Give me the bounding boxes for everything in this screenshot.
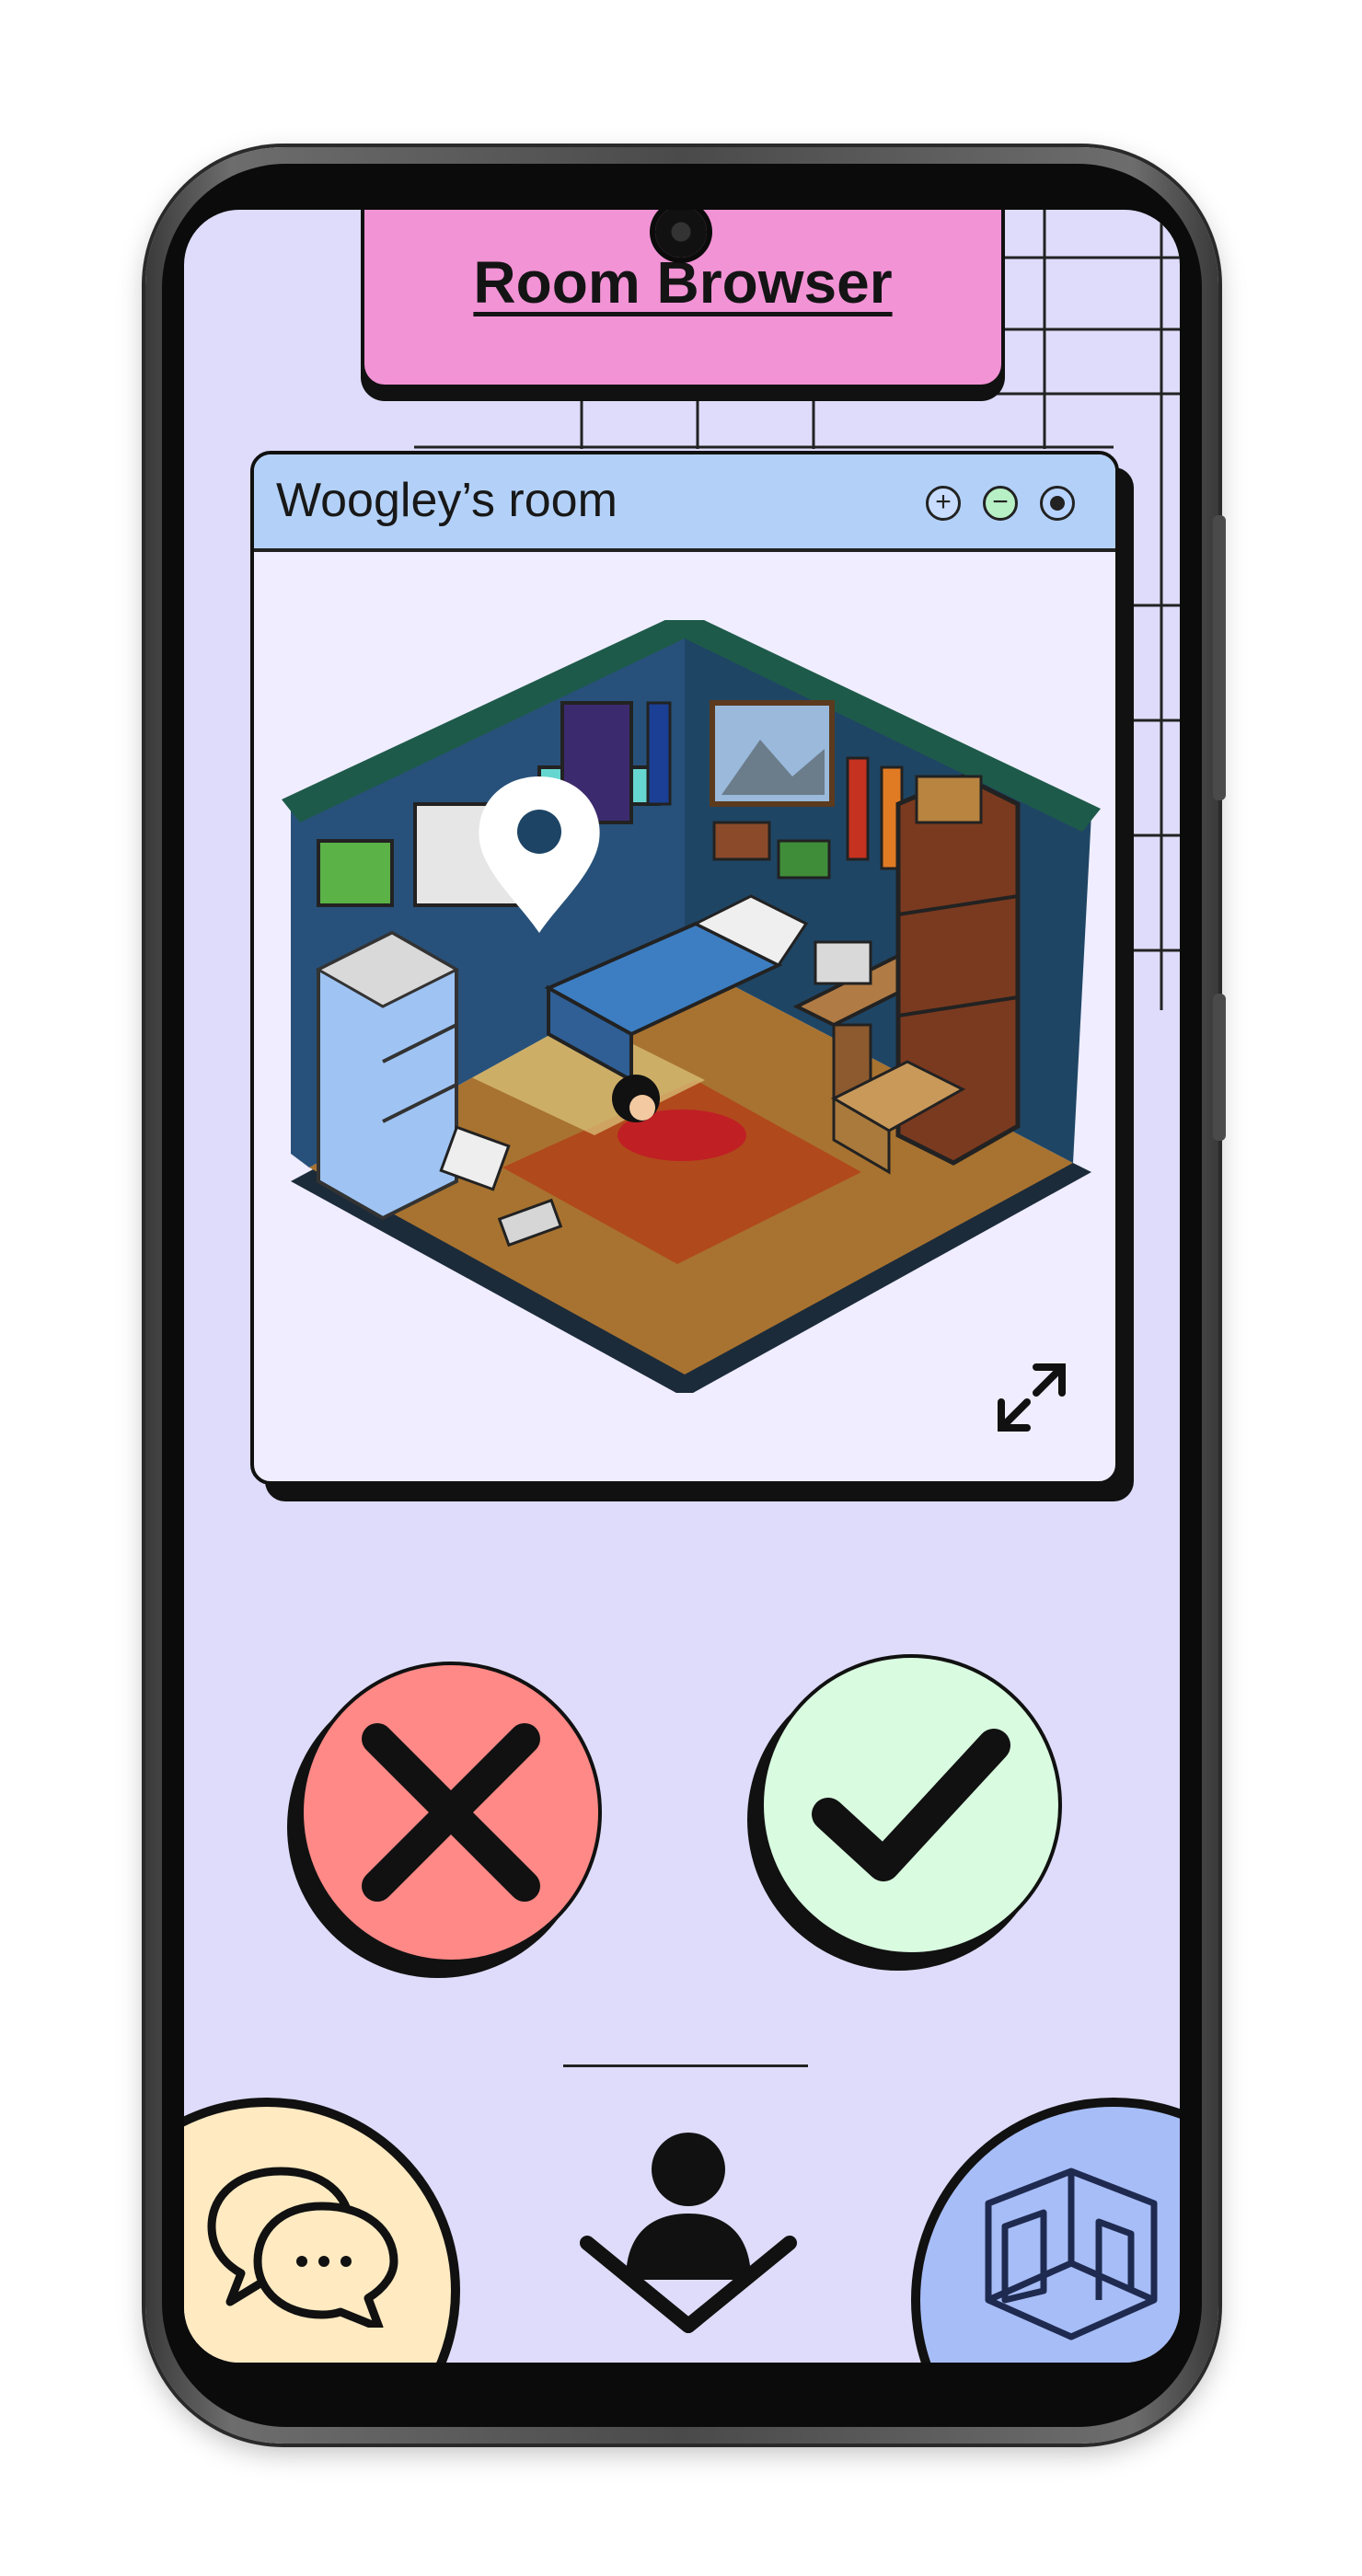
close-x-icon [362,1723,540,1902]
room-illustration[interactable] [263,620,1106,1393]
nav-profile-button[interactable] [569,2105,808,2353]
expand-icon[interactable] [990,1356,1073,1439]
room-title: Woogley’s room [276,474,618,527]
power-button [1213,515,1226,800]
nav-divider [563,2064,808,2067]
chat-bubbles-icon [207,2167,398,2328]
accept-button[interactable] [760,1654,1062,1956]
reject-button[interactable] [300,1662,602,1963]
room-cube-icon [985,2168,1158,2340]
room-preview-window: Woogley’s room + − [250,451,1119,1485]
window-title-bar: Woogley’s room + − [254,454,1115,552]
nav-rooms-button[interactable] [911,2098,1180,2363]
volume-button [1213,994,1226,1141]
nav-chat-button[interactable] [184,2098,460,2363]
zoom-in-icon[interactable]: + [926,486,961,521]
app-screen: Room Browser Woogley’s room + − [184,210,1180,2363]
radio-icon[interactable] [1040,486,1075,521]
minimize-icon[interactable]: − [983,486,1018,521]
profile-icon [580,2133,797,2333]
page-title: Room Browser [473,249,893,316]
checkmark-icon [812,1729,1010,1881]
